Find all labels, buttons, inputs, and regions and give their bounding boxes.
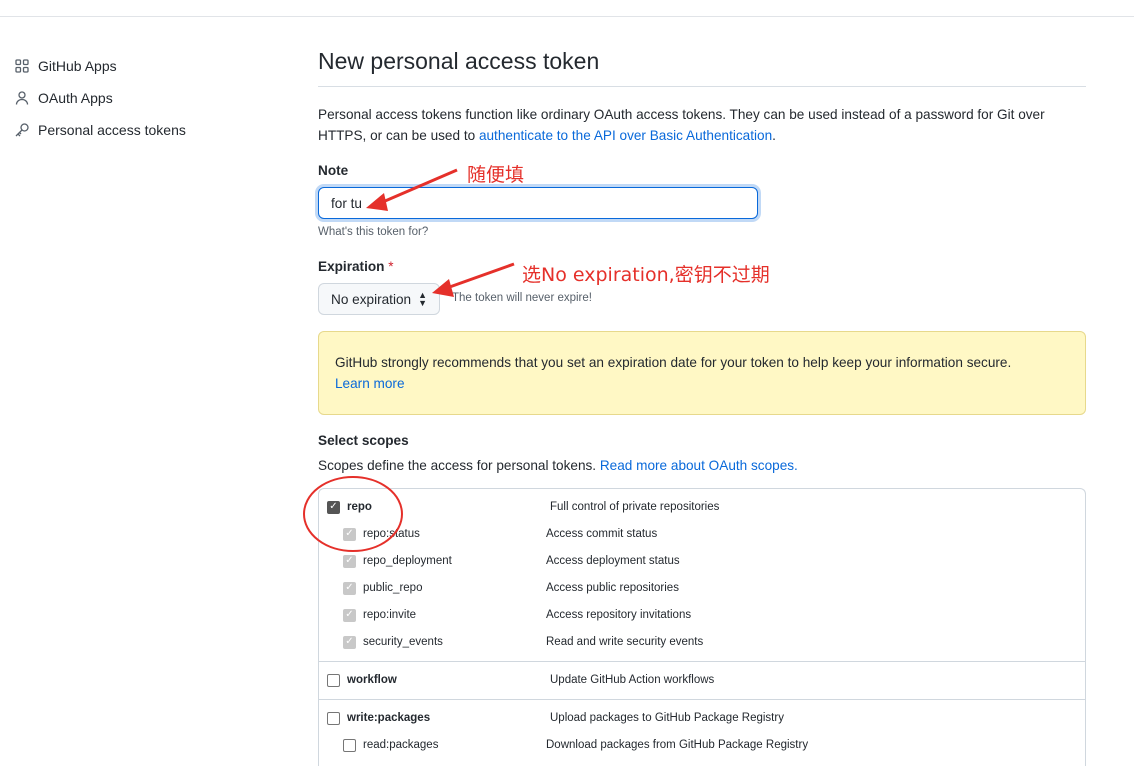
scope-divider: [318, 661, 1086, 662]
sidebar-item-label: Personal access tokens: [38, 122, 186, 138]
scope-divider: [318, 699, 1086, 700]
note-annotation: 随便填: [467, 164, 525, 186]
expiration-hint: The token will never expire!: [452, 292, 592, 304]
scope-description: Read and write security events: [546, 636, 704, 648]
sidebar-item-personal-access-tokens[interactable]: Personal access tokens: [14, 120, 186, 140]
scope-workflow[interactable]: workflow: [327, 671, 397, 689]
scope-checkbox: [343, 608, 356, 622]
note-label: Note: [318, 163, 349, 178]
scope-name: public_repo: [363, 582, 423, 594]
select-scopes-label: Select scopes: [318, 433, 409, 448]
expiration-label: Expiration *: [318, 259, 394, 274]
scope-description: Access public repositories: [546, 582, 679, 594]
scope-description: Download packages from GitHub Package Re…: [546, 739, 809, 751]
scope-description: Update GitHub Action workflows: [550, 674, 715, 686]
note-input[interactable]: [318, 187, 758, 219]
page-description: Personal access tokens function like ord…: [318, 104, 1078, 146]
select-caret-icon: ▲ ▼: [418, 290, 427, 308]
required-mark: *: [388, 259, 394, 274]
scope-checkbox: [343, 581, 356, 595]
sidebar-item-label: GitHub Apps: [38, 58, 117, 74]
note-hint: What's this token for?: [318, 226, 429, 238]
expiration-selected: No expiration: [331, 291, 412, 307]
apps-grid-icon: [15, 59, 29, 73]
scope-checkbox[interactable]: [343, 738, 356, 752]
key-icon: [15, 123, 29, 137]
scope-checkbox: [343, 635, 356, 649]
sidebar-item-oauth-apps[interactable]: OAuth Apps: [14, 88, 113, 108]
expiration-annotation: 选No expiration,密钥不过期: [522, 264, 770, 286]
scope-description: Access repository invitations: [546, 609, 692, 621]
scope-name: repo:invite: [363, 609, 417, 621]
scope-name: workflow: [347, 674, 397, 686]
expiration-select[interactable]: No expiration ▲ ▼: [318, 283, 440, 315]
scope-repo[interactable]: repo: [327, 498, 372, 516]
scope-checkbox: [343, 527, 356, 541]
scope-checkbox[interactable]: [327, 711, 340, 725]
description-suffix: .: [772, 128, 776, 143]
learn-more-link[interactable]: Learn more: [335, 376, 405, 391]
scope-name: repo: [347, 501, 372, 513]
warning-text: GitHub strongly recommends that you set …: [335, 355, 1012, 370]
sidebar-item-github-apps[interactable]: GitHub Apps: [14, 56, 117, 76]
scope-security-events: security_events: [343, 633, 443, 651]
scope-write-packages[interactable]: write:packages: [327, 709, 430, 727]
scope-description: Access deployment status: [546, 555, 680, 567]
scope-description: Access commit status: [546, 528, 658, 540]
scope-repo-invite: repo:invite: [343, 606, 416, 624]
scope-description: Full control of private repositories: [550, 501, 720, 513]
scope-name: write:packages: [347, 712, 431, 724]
oauth-scopes-link[interactable]: Read more about OAuth scopes.: [600, 458, 798, 473]
scope-public-repo: public_repo: [343, 579, 422, 597]
scope-repo-deployment: repo_deployment: [343, 552, 452, 570]
scope-name: read:packages: [363, 739, 439, 751]
page-title: New personal access token: [318, 48, 600, 74]
title-divider: [318, 86, 1086, 87]
scope-name: repo_deployment: [363, 555, 452, 567]
scope-checkbox[interactable]: [327, 500, 340, 514]
scope-read-packages[interactable]: read:packages: [343, 736, 438, 754]
scope-checkbox: [343, 554, 356, 568]
scopes-list: [318, 488, 1086, 766]
top-divider: [0, 16, 1134, 17]
scope-name: repo:status: [363, 528, 420, 540]
scope-name: security_events: [363, 636, 443, 648]
person-icon: [15, 91, 29, 105]
scopes-description: Scopes define the access for personal to…: [318, 458, 798, 473]
scope-description: Upload packages to GitHub Package Regist…: [550, 712, 784, 724]
scope-checkbox[interactable]: [327, 673, 340, 687]
expiration-warning: GitHub strongly recommends that you set …: [318, 331, 1086, 415]
basic-auth-link[interactable]: authenticate to the API over Basic Authe…: [479, 128, 772, 143]
scopes-description-text: Scopes define the access for personal to…: [318, 458, 600, 473]
expiration-label-text: Expiration: [318, 259, 385, 274]
scope-repo-status: repo:status: [343, 525, 420, 543]
sidebar-item-label: OAuth Apps: [38, 90, 113, 106]
